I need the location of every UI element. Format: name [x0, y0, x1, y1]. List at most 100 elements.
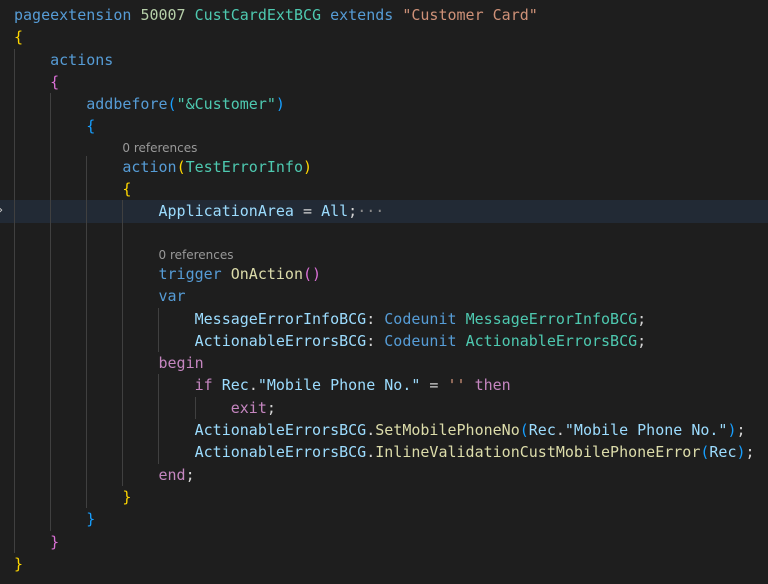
indent-guide — [50, 155, 52, 179]
indent-guide — [158, 441, 160, 464]
code-token: ; — [736, 421, 746, 440]
code-token: ActionableErrorsBCG — [194, 421, 367, 440]
indent-guide — [50, 137, 52, 156]
code-token: { — [14, 28, 24, 47]
indent-guide — [86, 178, 88, 201]
code-token: actions — [50, 50, 114, 69]
code-line[interactable]: ActionableErrorsBCG.InlineValidationCust… — [0, 441, 768, 464]
code-token: } — [50, 532, 60, 551]
code-token: All — [321, 202, 349, 221]
code-token: ActionableErrorsBCG — [194, 443, 367, 462]
code-line[interactable]: exit; — [0, 396, 768, 420]
indent-guide — [14, 222, 15, 245]
code-line[interactable]: pageextension 50007 CustCardExtBCG exten… — [0, 4, 768, 26]
code-token: . — [366, 443, 376, 462]
code-token: action — [122, 157, 177, 176]
code-line[interactable]: var — [0, 285, 768, 308]
indent-guide — [14, 485, 15, 509]
code-token: ; — [185, 465, 195, 484]
indent-guide — [158, 419, 160, 442]
codelens-references[interactable]: 0 references — [0, 244, 768, 263]
code-token: if — [194, 376, 213, 395]
indent-guide — [50, 262, 52, 286]
code-token: } — [122, 487, 132, 506]
codelens-text[interactable]: 0 references — [122, 141, 197, 155]
indent-guide — [158, 329, 160, 353]
code-token: addbefore — [86, 95, 168, 114]
code-line[interactable]: } — [0, 530, 768, 553]
code-line[interactable] — [0, 222, 768, 245]
indent-guide — [14, 441, 15, 464]
indent-guide — [14, 262, 15, 286]
code-token: pageextension — [14, 6, 132, 24]
code-line[interactable]: end; — [0, 463, 768, 486]
code-line[interactable]: action(TestErrorInfo) — [0, 155, 768, 179]
code-line[interactable]: addbefore("&Customer") — [0, 93, 768, 116]
code-line[interactable]: begin — [0, 352, 768, 375]
indent-guide — [50, 93, 52, 116]
code-line[interactable]: { — [0, 26, 768, 48]
code-token: TestErrorInfo — [185, 157, 303, 176]
folded-region-ellipsis[interactable]: ··· — [357, 202, 384, 220]
code-line[interactable]: { — [0, 115, 768, 138]
code-token: OnAction — [230, 264, 303, 283]
codelens-references[interactable]: 0 references — [0, 137, 768, 156]
indent-guide — [86, 329, 88, 353]
code-line[interactable]: if Rec."Mobile Phone No." = '' then — [0, 374, 768, 397]
code-line[interactable]: actions — [0, 48, 768, 71]
indent-guide — [50, 352, 52, 375]
code-line[interactable]: } — [0, 508, 768, 531]
indent-guide — [50, 485, 52, 509]
codelens-text[interactable]: 0 references — [159, 248, 234, 262]
code-line[interactable]: ActionableErrorsBCG.SetMobilePhoneNo(Rec… — [0, 419, 768, 442]
indent-guide — [122, 200, 124, 223]
indent-guide — [14, 508, 15, 531]
indent-guide — [50, 222, 52, 245]
code-token: ; — [637, 309, 647, 328]
indent-guide — [86, 352, 88, 375]
indent-guide — [14, 115, 15, 138]
indent-guide — [122, 244, 124, 263]
indent-guide — [86, 222, 88, 245]
code-token: MessageErrorInfoBCG — [194, 309, 367, 328]
code-token: end — [158, 465, 186, 484]
indent-guide — [14, 70, 15, 94]
code-line[interactable]: ActionableErrorsBCG: Codeunit Actionable… — [0, 329, 768, 353]
indent-guide — [86, 307, 88, 330]
code-token: exit — [230, 398, 267, 417]
code-line[interactable]: trigger OnAction() — [0, 262, 768, 286]
code-line[interactable]: { — [0, 178, 768, 201]
indent-guide — [86, 262, 88, 286]
code-line[interactable]: { — [0, 70, 768, 94]
code-token: { — [86, 117, 96, 136]
code-token: ) — [275, 95, 285, 114]
code-token: Rec — [709, 443, 737, 462]
code-editor[interactable]: 0 referencespageextension 50007 CustCard… — [0, 0, 768, 575]
code-token: "Mobile Phone No." — [257, 376, 421, 395]
code-line[interactable]: } — [0, 553, 768, 575]
indent-guide — [50, 244, 52, 263]
indent-guide — [14, 329, 15, 353]
indent-guide — [14, 307, 15, 330]
indent-guide — [14, 374, 15, 397]
indent-guide — [122, 307, 124, 330]
indent-guide — [86, 485, 88, 509]
code-line[interactable]: MessageErrorInfoBCG: Codeunit MessageErr… — [0, 307, 768, 330]
code-token: InlineValidationCustMobilePhoneError — [375, 443, 701, 462]
code-line[interactable]: } — [0, 485, 768, 509]
codelens-text[interactable]: 0 references — [14, 0, 89, 3]
code-line-current[interactable]: ApplicationArea = All;··· › — [0, 200, 768, 223]
code-token: ( — [176, 157, 186, 176]
indent-guide — [14, 137, 15, 156]
indent-guide — [158, 307, 160, 330]
indent-guide — [50, 200, 52, 223]
fold-chevron-icon[interactable]: › — [0, 200, 3, 222]
